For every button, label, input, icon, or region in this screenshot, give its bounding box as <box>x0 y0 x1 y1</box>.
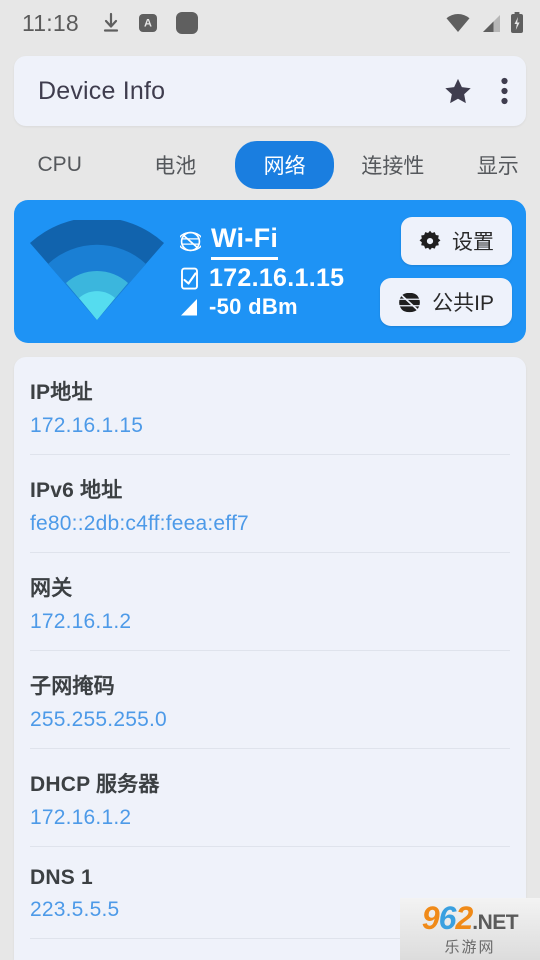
signal-strength-icon <box>180 298 199 317</box>
detail-label: 网关 <box>30 577 73 600</box>
detail-value: 255.255.255.0 <box>30 708 167 731</box>
text-a-icon: A <box>138 13 158 33</box>
status-bar-system-icons <box>446 12 524 34</box>
wifi-arcs-icon <box>14 219 180 324</box>
settings-button-label: 设置 <box>452 231 494 254</box>
star-icon[interactable] <box>443 77 473 106</box>
network-summary-card: Wi-Fi 172.16.1.15 -50 dBm 设置 公共IP <box>14 200 526 343</box>
overflow-menu-icon[interactable] <box>501 77 508 105</box>
public-ip-button[interactable]: 公共IP <box>380 278 512 326</box>
list-item[interactable]: IPv6 地址 fe80::2db:c4ff:feea:eff7 <box>30 454 510 552</box>
page-title: Device Info <box>38 76 166 105</box>
app-bar: Device Info <box>14 56 526 126</box>
list-item[interactable]: 网关 172.16.1.2 <box>30 552 510 650</box>
globe-icon <box>398 290 422 314</box>
connection-type-row: Wi-Fi <box>180 223 344 263</box>
hero-ip-row: 172.16.1.15 <box>180 264 344 293</box>
tab-connectivity[interactable]: 连接性 <box>346 141 440 189</box>
tab-network[interactable]: 网络 <box>235 141 335 189</box>
list-item[interactable]: DHCP 服务器 172.16.1.2 <box>30 748 510 846</box>
tab-cpu[interactable]: CPU <box>12 144 107 186</box>
detail-value: 223.5.5.5 <box>30 898 120 921</box>
network-details-list: IP地址 172.16.1.15 IPv6 地址 fe80::2db:c4ff:… <box>14 357 526 960</box>
settings-button[interactable]: 设置 <box>401 217 512 265</box>
status-bar: 11:18 A <box>0 0 540 46</box>
detail-value: 172.16.1.2 <box>30 806 132 829</box>
detail-label: DHCP 服务器 <box>30 773 160 796</box>
list-item[interactable]: DNS 1 223.5.5.5 <box>30 846 510 938</box>
list-item[interactable]: IP地址 172.16.1.15 <box>30 357 510 454</box>
detail-value: 172.16.1.15 <box>30 414 144 437</box>
rounded-square-icon <box>175 11 199 35</box>
globe-icon <box>180 231 201 252</box>
public-ip-button-label: 公共IP <box>432 292 494 315</box>
battery-charging-icon <box>510 12 524 34</box>
wifi-icon <box>446 13 470 33</box>
network-summary-info: Wi-Fi 172.16.1.15 -50 dBm <box>180 223 344 320</box>
app-bar-actions <box>443 77 508 106</box>
list-item[interactable]: 子网掩码 255.255.255.0 <box>30 650 510 748</box>
detail-value: fe80::2db:c4ff:feea:eff7 <box>30 512 249 535</box>
hero-signal-row: -50 dBm <box>180 294 344 320</box>
device-ip-icon <box>180 267 199 290</box>
detail-label: DNS 1 <box>30 866 93 889</box>
connection-type-label: Wi-Fi <box>211 223 279 260</box>
tab-display[interactable]: 显示 <box>456 141 540 189</box>
status-bar-notification-icons: A <box>101 11 199 35</box>
hero-ip-value: 172.16.1.15 <box>209 264 345 292</box>
gear-icon <box>419 230 441 252</box>
cellular-signal-icon <box>479 14 501 33</box>
detail-label: IP地址 <box>30 381 93 404</box>
hero-signal-value: -50 dBm <box>209 294 298 319</box>
svg-text:A: A <box>144 18 152 30</box>
tab-bar: CPU 电池 网络 连接性 显示 <box>0 138 540 192</box>
list-item[interactable]: DNS 2 <box>30 938 510 960</box>
network-summary-actions: 设置 公共IP <box>380 217 512 326</box>
detail-label: 子网掩码 <box>30 675 115 698</box>
detail-label: IPv6 地址 <box>30 479 123 502</box>
status-bar-clock: 11:18 <box>22 9 79 36</box>
detail-value: 172.16.1.2 <box>30 610 132 633</box>
download-icon <box>101 12 121 34</box>
tab-battery[interactable]: 电池 <box>129 141 221 189</box>
screen-root: 11:18 A Device Info CPU 电池 网络 连接性 显示 Wi-… <box>0 0 540 960</box>
